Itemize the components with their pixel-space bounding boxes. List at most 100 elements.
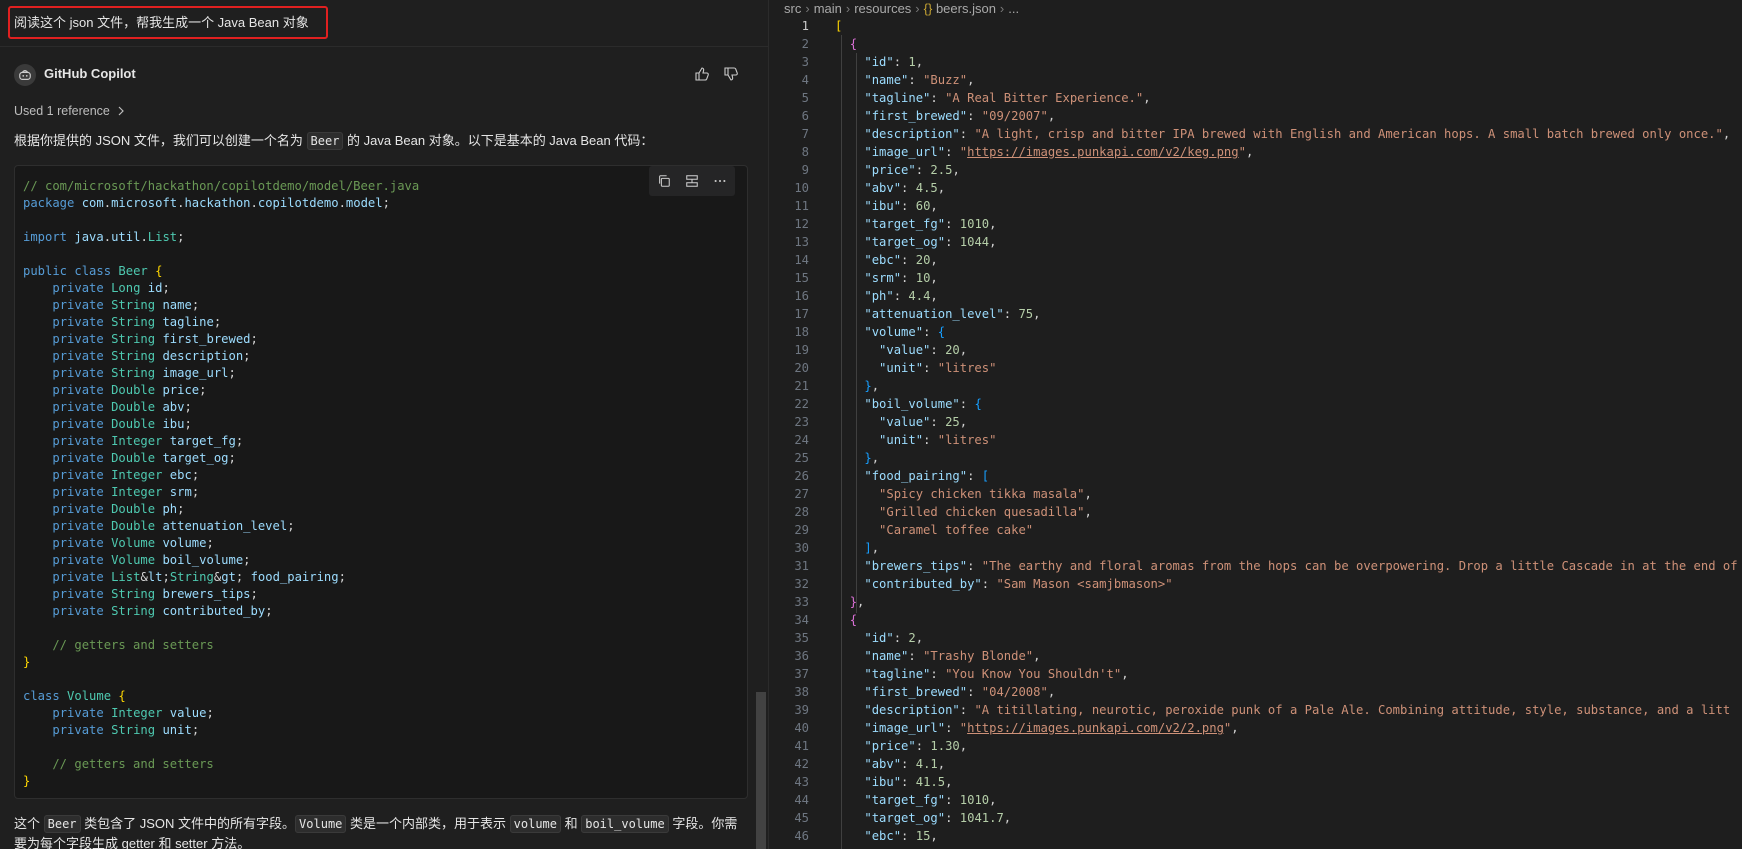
json-line: "description": "A light, crisp and bitte… — [864, 127, 1731, 141]
json-line: "ibu": 60, — [864, 199, 938, 213]
chevron-right-icon: › — [999, 0, 1005, 16]
code-line: private List&lt;String&gt; food_pairing; — [52, 570, 346, 584]
json-line: "Grilled chicken quesadilla", — [879, 505, 1092, 519]
line-number: 6 — [801, 109, 809, 123]
json-line: "description": "A titillating, neurotic,… — [864, 703, 1731, 717]
code-line: private Double abv; — [52, 400, 192, 414]
breadcrumb-item[interactable]: main — [814, 1, 842, 16]
line-number: 31 — [794, 559, 809, 573]
line-numbers: 1 2 3 4 5 6 7 8 9 10 11 12 13 14 15 16 17 18 19 20 21 22 23 24 2… — [769, 17, 809, 845]
json-line: "abv": 4.1, — [864, 757, 946, 771]
json-line: "first_brewed": "09/2007", — [864, 109, 1056, 123]
json-line: "unit": "litres" — [879, 433, 997, 447]
json-line: }, — [864, 451, 880, 465]
json-line: "target_fg": 1010, — [864, 217, 997, 231]
chat-scrollbar[interactable] — [756, 692, 766, 849]
line-number: 46 — [794, 829, 809, 843]
inline-code: Beer — [43, 815, 81, 833]
line-number: 25 — [794, 451, 809, 465]
json-line: "food_pairing": [ — [864, 469, 990, 483]
code-line: private Double price; — [52, 383, 207, 397]
line-number: 15 — [794, 271, 809, 285]
copilot-avatar-icon — [14, 64, 36, 86]
code-line: private Double attenuation_level; — [52, 519, 295, 533]
line-number: 26 — [794, 469, 809, 483]
line-number: 34 — [794, 613, 809, 627]
breadcrumb-item[interactable]: {} beers.json — [924, 1, 996, 16]
code-block-toolbar — [649, 166, 735, 196]
json-editor[interactable]: src › main › resources ›{} beers.json ›... 123… — [769, 0, 1742, 849]
line-number: 23 — [794, 415, 809, 429]
json-content[interactable]: [ { "id": 1, "name": "Buzz", "tagline": … — [835, 17, 1738, 845]
line-number: 39 — [794, 703, 809, 717]
line-number: 16 — [794, 289, 809, 303]
line-number: 42 — [794, 757, 809, 771]
java-code: // com/microsoft/hackathon/copilotdemo/m… — [23, 178, 419, 790]
outro-text: 类包含了 JSON 文件中的所有字段。 — [80, 816, 296, 831]
code-line: package com.microsoft.hackathon.copilotd… — [23, 196, 390, 210]
breadcrumb-item[interactable]: resources — [854, 1, 911, 16]
copy-icon[interactable] — [655, 172, 673, 190]
thumbs-up-icon[interactable] — [694, 66, 712, 84]
copilot-chat-panel: 阅读这个 json 文件，帮我生成一个 Java Bean 对象 GitHub … — [0, 0, 768, 849]
response-intro: 根据你提供的 JSON 文件，我们可以创建一个名为 Beer 的 Java Be… — [14, 132, 654, 150]
code-line: private Integer srm; — [52, 485, 200, 499]
json-line: "name": "Buzz", — [864, 73, 975, 87]
json-line: "id": 2, — [864, 631, 924, 645]
inline-code: volume — [509, 815, 561, 833]
line-number: 45 — [794, 811, 809, 825]
json-line: "target_fg": 1010, — [864, 793, 997, 807]
json-line: }, — [864, 379, 880, 393]
json-line: { — [849, 613, 858, 627]
json-line: }, — [849, 595, 865, 609]
code-line: private String tagline; — [52, 315, 222, 329]
code-block: // com/microsoft/hackathon/copilotdemo/m… — [14, 165, 748, 799]
json-line: "ebc": 15, — [864, 829, 938, 843]
outro-text: 这个 — [14, 816, 44, 831]
json-line: "ph": 4.4, — [864, 289, 938, 303]
json-line: "brewers_tips": "The earthy and floral a… — [864, 559, 1738, 573]
line-number: 27 — [794, 487, 809, 501]
code-line: private Double target_og; — [52, 451, 236, 465]
line-number: 33 — [794, 595, 809, 609]
code-line: // getters and setters — [23, 757, 214, 771]
used-reference-toggle[interactable]: Used 1 reference — [14, 104, 126, 118]
insert-at-cursor-icon[interactable] — [683, 172, 701, 190]
line-number: 2 — [801, 37, 809, 51]
breadcrumb-item[interactable]: src — [784, 1, 801, 16]
breadcrumb-item[interactable]: ... — [1008, 1, 1019, 16]
line-number: 17 — [794, 307, 809, 321]
json-line: ], — [864, 541, 880, 555]
json-line: { — [849, 37, 858, 51]
code-line: private String unit; — [52, 723, 200, 737]
used-reference-label: Used 1 reference — [14, 104, 110, 118]
thumbs-down-icon[interactable] — [723, 66, 741, 84]
chevron-right-icon: › — [805, 0, 810, 16]
code-line: private Double ph; — [52, 502, 185, 516]
line-number: 8 — [801, 145, 809, 159]
json-line: "volume": { — [864, 325, 946, 339]
line-number: 30 — [794, 541, 809, 555]
line-number: 13 — [794, 235, 809, 249]
json-line: "ibu": 41.5, — [864, 775, 953, 789]
more-actions-icon[interactable] — [711, 172, 729, 190]
code-line: private String image_url; — [52, 366, 236, 380]
breadcrumb: src › main › resources ›{} beers.json ›... — [784, 0, 1019, 16]
code-line: private Volume boil_volume; — [52, 553, 251, 567]
line-number: 3 — [801, 55, 809, 69]
line-number: 38 — [794, 685, 809, 699]
line-number: 21 — [794, 379, 809, 393]
json-line: "tagline": "You Know You Shouldn't", — [864, 667, 1129, 681]
json-line: "value": 20, — [879, 343, 968, 357]
json-line: "price": 1.30, — [864, 739, 968, 753]
code-line: private String contributed_by; — [52, 604, 273, 618]
json-line: "srm": 10, — [864, 271, 938, 285]
json-line: "boil_volume": { — [864, 397, 982, 411]
code-line: private Volume volume; — [52, 536, 214, 550]
line-number: 41 — [794, 739, 809, 753]
code-line: // com/microsoft/hackathon/copilotdemo/m… — [23, 179, 420, 193]
line-number: 9 — [801, 163, 809, 177]
json-line: "image_url": "https://images.punkapi.com… — [864, 721, 1239, 735]
line-number: 14 — [794, 253, 809, 267]
